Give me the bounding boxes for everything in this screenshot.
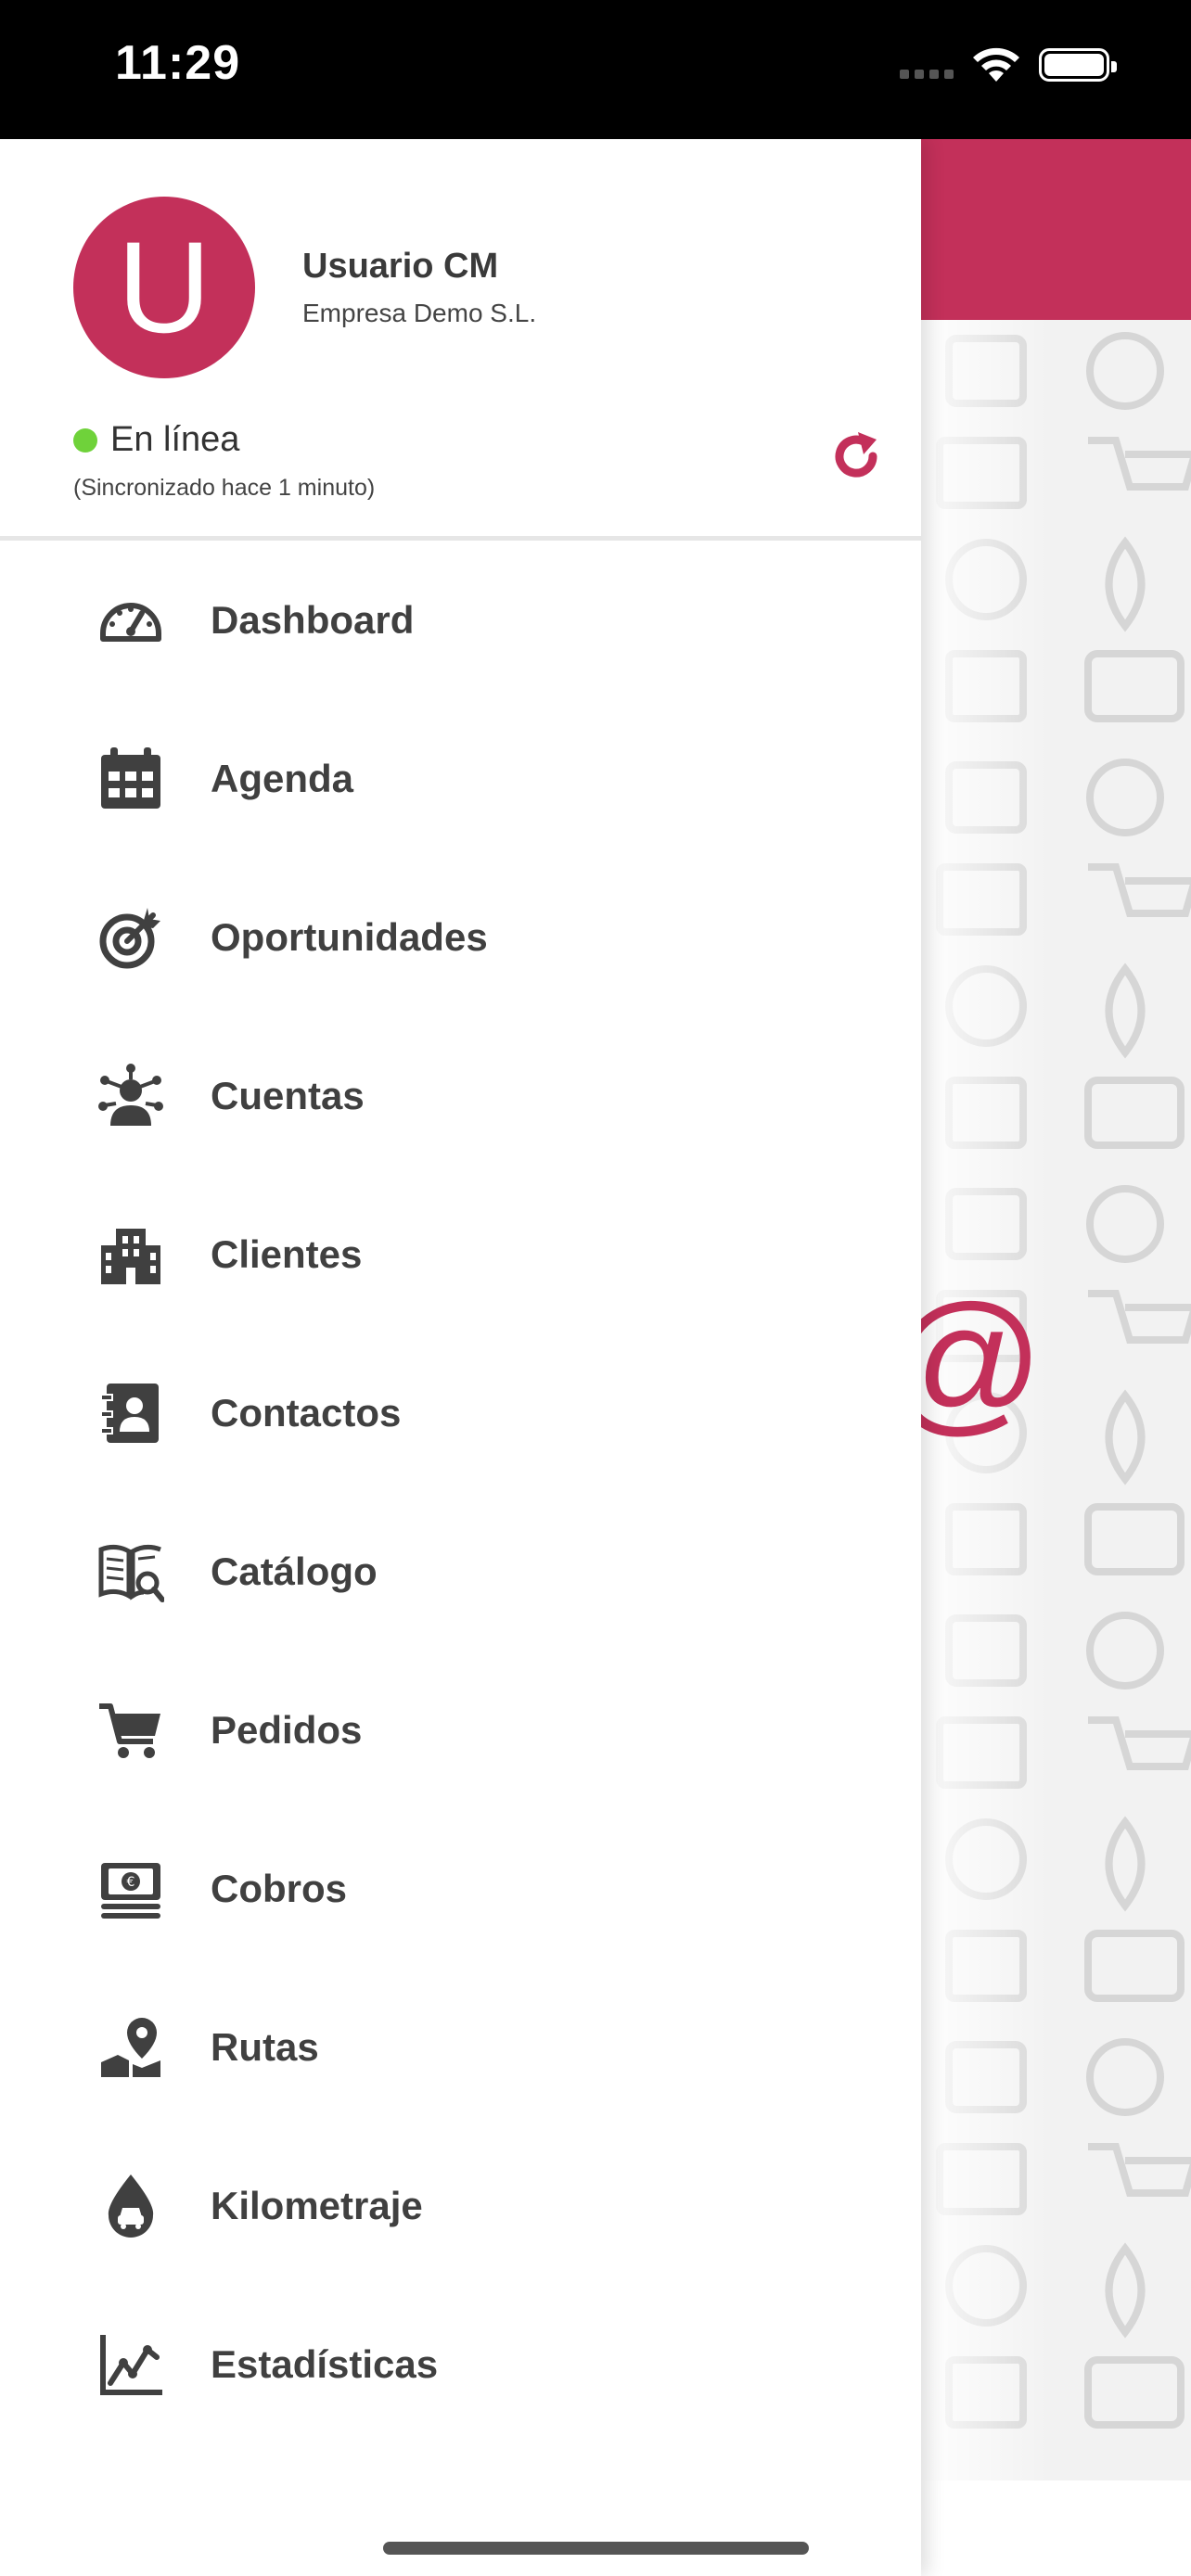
menu-item-catalogo[interactable]: Catálogo [0, 1492, 921, 1651]
menu-item-label: Cobros [211, 1866, 347, 1910]
dashboard-gauge-icon [100, 602, 161, 642]
shopping-cart-icon [99, 1702, 160, 1758]
menu-item-oportunidades[interactable]: Oportunidades [0, 858, 921, 1016]
sync-status: (Sincronizado hace 1 minuto) [73, 475, 376, 501]
cellular-signal-icon [900, 67, 959, 83]
menu-item-label: Kilometraje [211, 2183, 423, 2227]
battery-icon [1039, 48, 1117, 82]
user-company: Empresa Demo S.L. [302, 299, 537, 327]
online-status-label: En línea [110, 420, 240, 459]
menu-item-label: Agenda [211, 756, 354, 800]
line-chart-icon [100, 2334, 162, 2395]
menu-item-rutas[interactable]: Rutas [0, 1968, 921, 2126]
menu-item-label: Cuentas [211, 1073, 365, 1117]
building-icon [101, 1228, 160, 1284]
catalog-book-icon [98, 1544, 164, 1602]
menu-item-agenda[interactable]: Agenda [0, 699, 921, 858]
svg-text:€: € [127, 1875, 135, 1890]
navigation-drawer: U Usuario CM Empresa Demo S.L. En línea … [0, 139, 921, 2576]
menu-item-cuentas[interactable]: Cuentas [0, 1016, 921, 1175]
status-bar: 11:29 [0, 0, 1191, 139]
wifi-icon [973, 47, 1019, 82]
home-indicator[interactable] [383, 2542, 809, 2555]
menu-item-pedidos[interactable]: Pedidos [0, 1651, 921, 1809]
background-app[interactable]: @ [921, 139, 1191, 2480]
accounts-network-icon [98, 1063, 163, 1126]
avatar[interactable]: U [73, 197, 255, 378]
menu-item-label: Estadísticas [211, 2341, 439, 2386]
fuel-drop-car-icon [108, 2174, 154, 2238]
background-header [921, 139, 1191, 320]
menu-item-label: Oportunidades [211, 914, 488, 959]
menu-item-label: Rutas [211, 2024, 319, 2069]
money-stack-icon: € [101, 1862, 160, 1919]
refresh-icon[interactable] [830, 428, 886, 484]
menu-item-label: Clientes [211, 1231, 363, 1276]
menu-item-label: Contactos [211, 1390, 402, 1435]
menu-item-label: Dashboard [211, 597, 415, 642]
map-pin-icon [101, 2017, 160, 2077]
menu-item-contactos[interactable]: Contactos [0, 1333, 921, 1492]
status-time: 11:29 [115, 36, 241, 90]
background-at-symbol: @ [921, 1270, 1044, 1452]
menu-item-label: Pedidos [211, 1707, 363, 1752]
target-icon [99, 907, 160, 968]
menu-item-estadisticas[interactable]: Estadísticas [0, 2285, 921, 2443]
menu-item-clientes[interactable]: Clientes [0, 1175, 921, 1333]
online-status: En línea [73, 420, 239, 460]
menu-item-dashboard[interactable]: Dashboard [0, 541, 921, 699]
calendar-icon [101, 746, 160, 809]
menu-item-cobros[interactable]: € Cobros [0, 1809, 921, 1968]
user-name: Usuario CM [302, 247, 499, 286]
contact-book-icon [100, 1383, 159, 1443]
menu-item-kilometraje[interactable]: Kilometraje [0, 2126, 921, 2285]
menu-item-label: Catálogo [211, 1549, 378, 1593]
online-dot-icon [73, 427, 97, 453]
